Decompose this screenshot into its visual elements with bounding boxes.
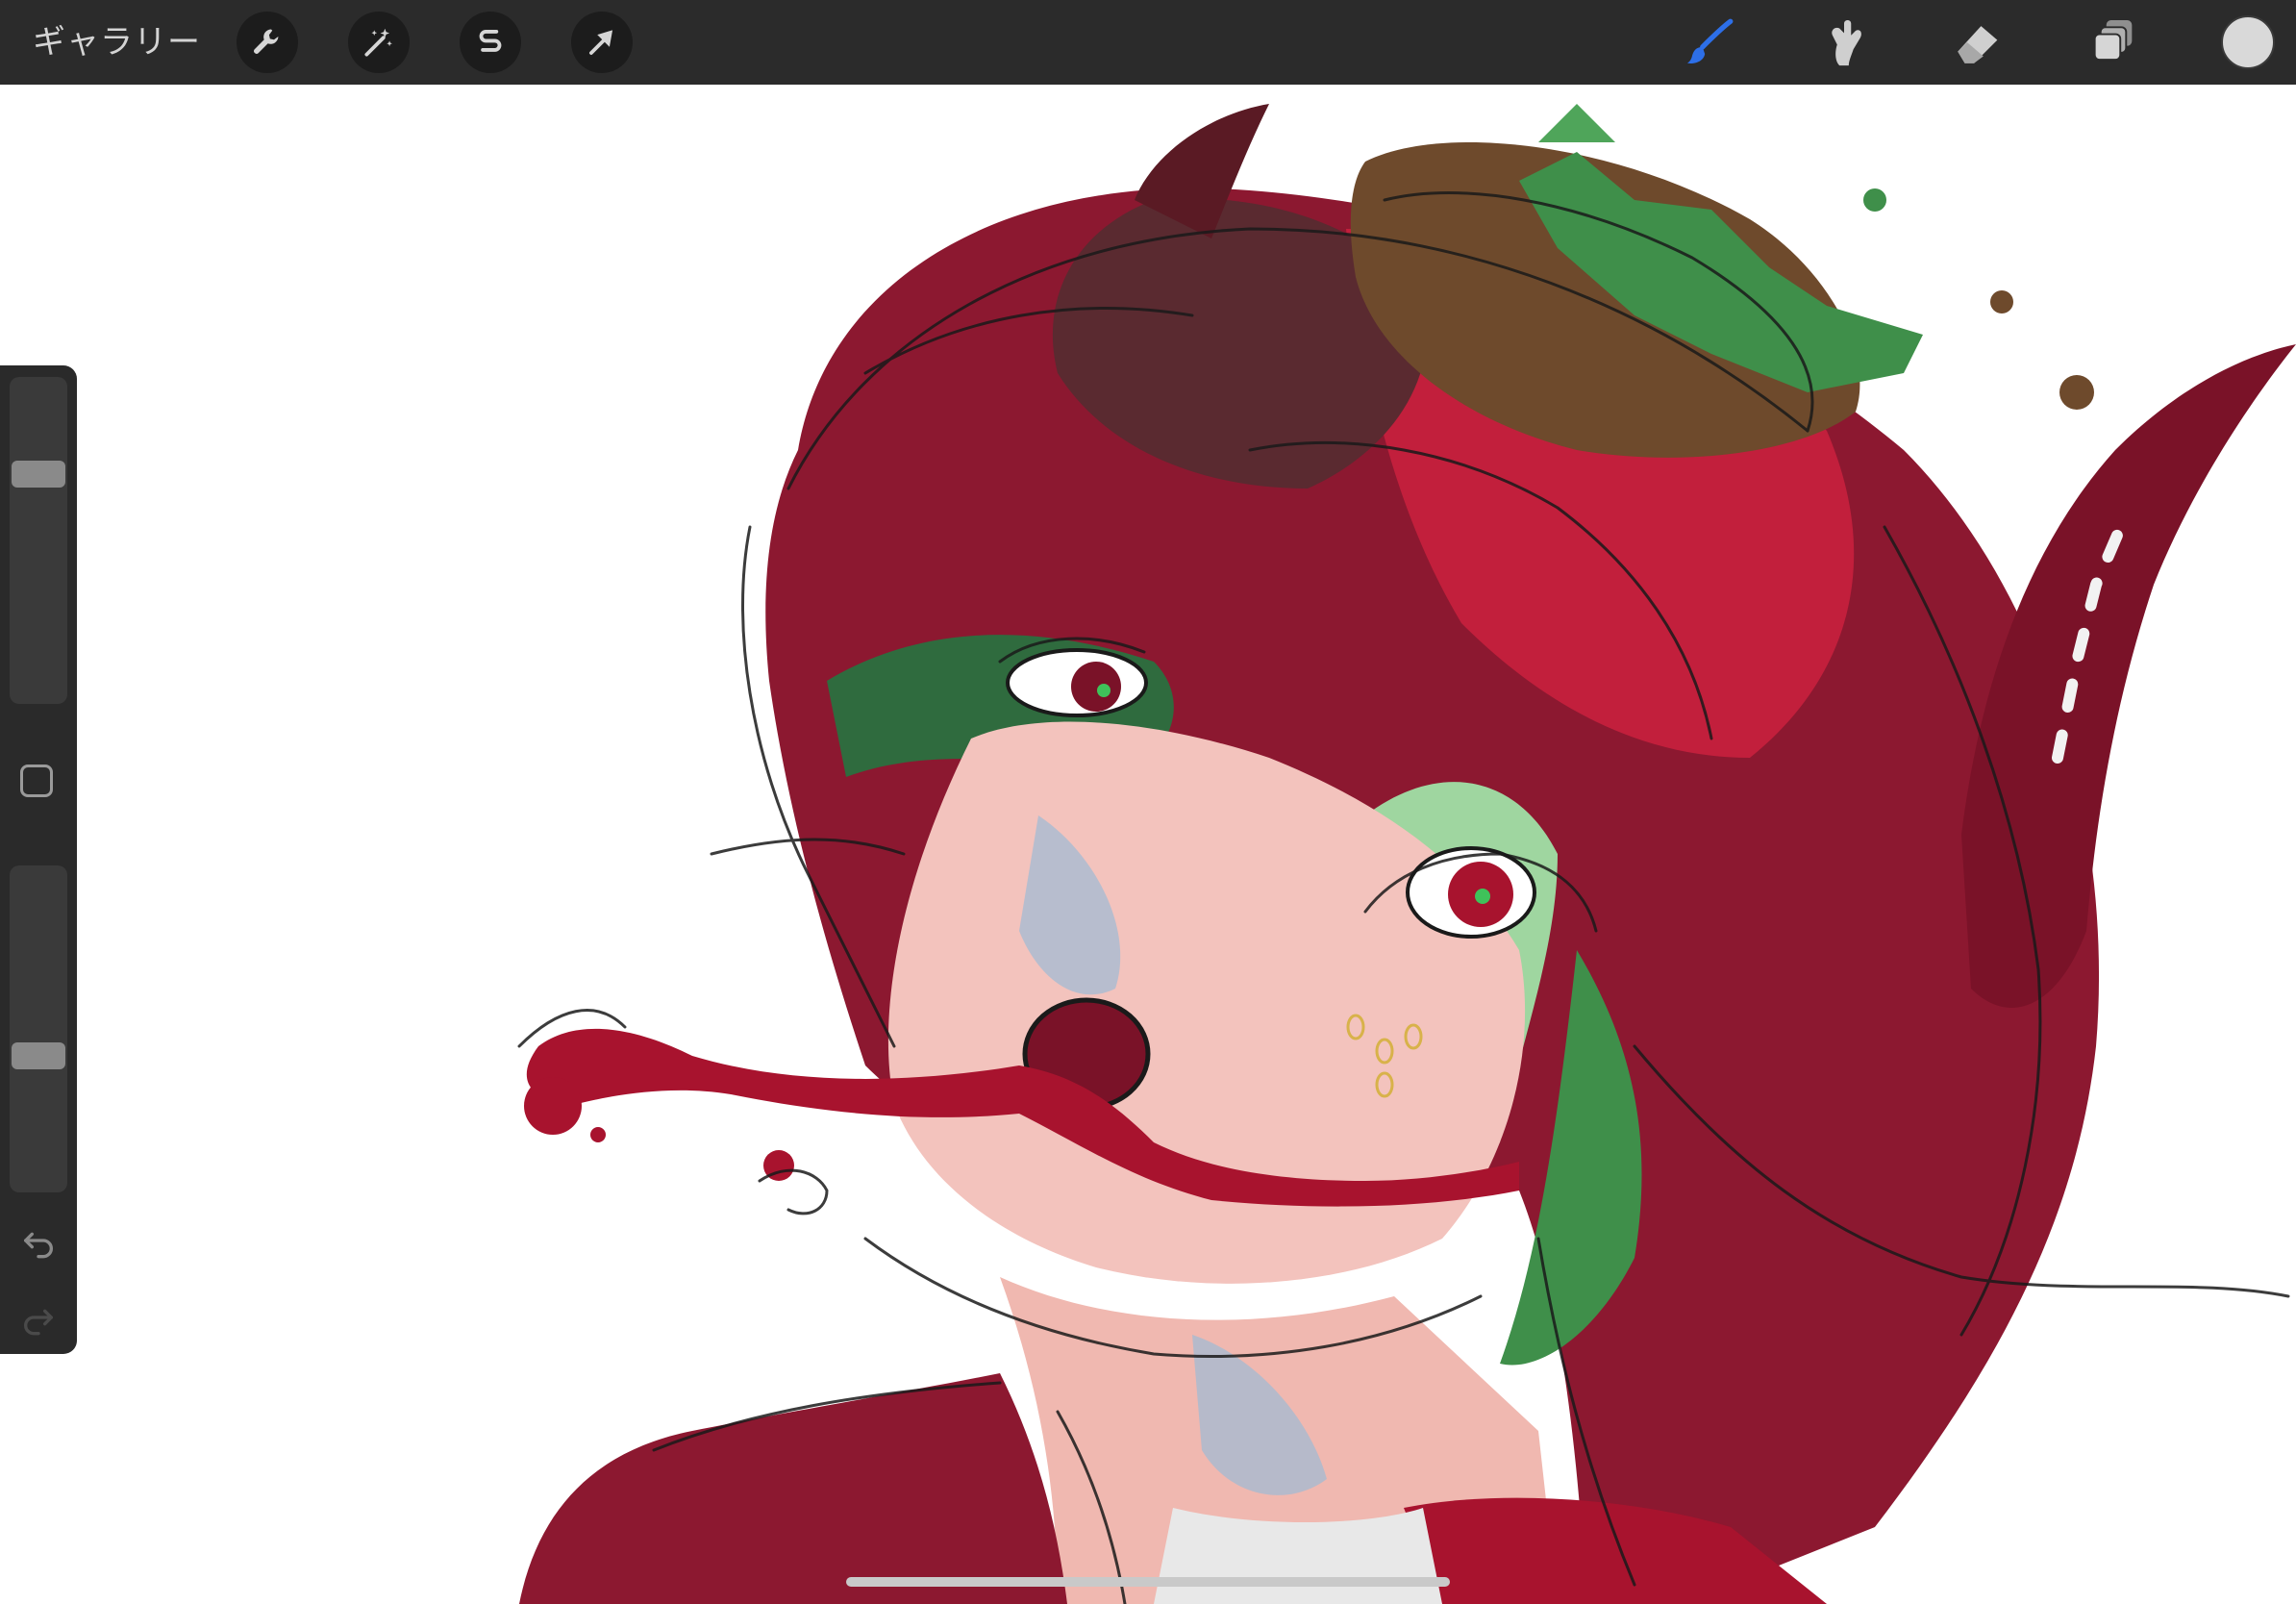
adjustments-button[interactable] xyxy=(348,12,410,73)
smudge-icon xyxy=(1832,20,1861,66)
transform-button[interactable] xyxy=(571,12,633,73)
left-sidebar xyxy=(0,365,77,1354)
opacity-thumb[interactable] xyxy=(12,1042,65,1069)
opacity-slider[interactable] xyxy=(10,865,67,1192)
redo-arrow-icon xyxy=(24,1309,53,1336)
clothing xyxy=(519,1373,1067,1604)
smudge-button[interactable] xyxy=(1815,13,1873,71)
procreate-app: ギャラリー xyxy=(0,0,2296,1604)
selection-button[interactable] xyxy=(460,12,521,73)
layers-icon xyxy=(2093,20,2133,62)
brush-size-slider[interactable] xyxy=(10,377,67,704)
arrow-cursor-icon xyxy=(589,30,613,55)
actions-button[interactable] xyxy=(237,12,298,73)
top-toolbar: ギャラリー xyxy=(0,0,2296,85)
magic-wand-icon xyxy=(364,28,392,57)
gallery-button[interactable]: ギャラリー xyxy=(33,17,201,67)
illustration xyxy=(517,104,2296,1604)
eraser-button[interactable] xyxy=(1950,13,2008,71)
wrench-icon xyxy=(254,29,279,54)
brush-size-thumb[interactable] xyxy=(12,461,65,488)
brush-icon xyxy=(1687,18,1734,63)
brush-button[interactable] xyxy=(1681,13,1738,71)
layers-button[interactable] xyxy=(2084,13,2142,71)
drawing-canvas[interactable] xyxy=(0,85,2296,1604)
horn-right xyxy=(1961,344,2296,1008)
color-swatch[interactable] xyxy=(2221,15,2275,69)
home-indicator xyxy=(846,1577,1450,1587)
undo-arrow-icon xyxy=(24,1232,53,1259)
selection-s-icon xyxy=(479,30,502,52)
eraser-icon xyxy=(1958,26,1998,63)
redo-button[interactable] xyxy=(17,1296,60,1339)
undo-button[interactable] xyxy=(17,1219,60,1262)
modify-button[interactable] xyxy=(20,764,53,797)
